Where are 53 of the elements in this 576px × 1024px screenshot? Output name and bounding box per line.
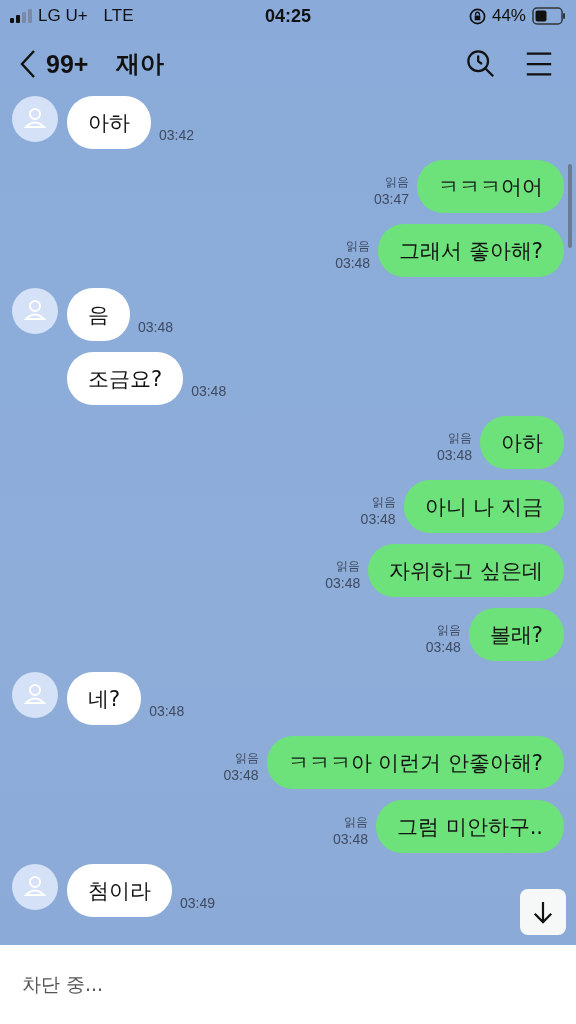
- message-bubble: 그래서 좋아해?: [378, 224, 564, 277]
- carrier-name: LG U+: [38, 6, 88, 26]
- message-time: 03:49: [180, 895, 216, 911]
- message-bubble: 아하: [480, 416, 564, 469]
- message-bubble: ㅋㅋㅋ아 이런거 안좋아해?: [266, 736, 564, 789]
- scroll-down-button[interactable]: [520, 889, 566, 935]
- read-receipt: 읽음: [436, 622, 461, 639]
- avatar-icon[interactable]: [12, 864, 58, 910]
- message-bubble: 첨이라: [67, 864, 172, 917]
- clock-time: 04:25: [264, 5, 311, 27]
- message-time: 03:48: [360, 511, 396, 527]
- read-receipt: 읽음: [234, 750, 259, 767]
- message-bubble: 음: [67, 288, 130, 341]
- read-receipt: 읽음: [448, 430, 472, 447]
- read-receipt: 읽음: [385, 174, 409, 191]
- message-bubble: 네?: [67, 672, 142, 725]
- read-receipt: 읽음: [371, 494, 396, 511]
- blocked-notice: 차단 중...: [22, 971, 104, 997]
- avatar-icon[interactable]: [12, 96, 58, 142]
- read-receipt: 읽음: [336, 558, 361, 575]
- message-time: 03:48: [138, 319, 174, 335]
- message-time: 03:48: [149, 703, 185, 719]
- back-button[interactable]: 99+: [20, 49, 89, 79]
- message-time: 03:48: [191, 383, 227, 399]
- message-time: 03:48: [436, 447, 472, 463]
- message-time: 03:48: [425, 639, 461, 655]
- message-bubble: 그럼 미안하구..: [375, 800, 564, 853]
- signal-icon: [10, 9, 32, 23]
- message-time: 03:48: [335, 255, 371, 271]
- message-bubble: 아하: [67, 96, 151, 149]
- message-time: 03:48: [223, 767, 259, 783]
- message-time: 03:47: [373, 191, 409, 207]
- message-bubble: 조금요?: [67, 352, 184, 405]
- rotation-lock-icon: [468, 7, 486, 25]
- read-receipt: 읽음: [346, 238, 371, 255]
- avatar-icon[interactable]: [12, 288, 58, 334]
- message-bubble: 아니 나 지금: [403, 480, 564, 533]
- message-bubble: ㅋㅋㅋ어어: [417, 160, 564, 213]
- down-arrow-icon: [532, 900, 554, 924]
- message-bubble: 볼래?: [468, 608, 564, 661]
- message-bubble: 자위하고 싶은데: [368, 544, 564, 597]
- battery-percent: 44%: [491, 6, 526, 26]
- chat-title: 재아: [116, 49, 165, 80]
- network-type: LTE: [103, 6, 134, 26]
- message-time: 03:42: [159, 127, 195, 143]
- message-time: 03:48: [332, 831, 368, 847]
- back-icon: [20, 49, 36, 79]
- battery-icon: [532, 7, 566, 25]
- unread-count: 99+: [46, 49, 89, 79]
- read-receipt: 읽음: [343, 814, 368, 831]
- search-icon[interactable]: [466, 49, 496, 79]
- avatar-icon[interactable]: [12, 672, 58, 718]
- message-time: 03:48: [325, 575, 361, 591]
